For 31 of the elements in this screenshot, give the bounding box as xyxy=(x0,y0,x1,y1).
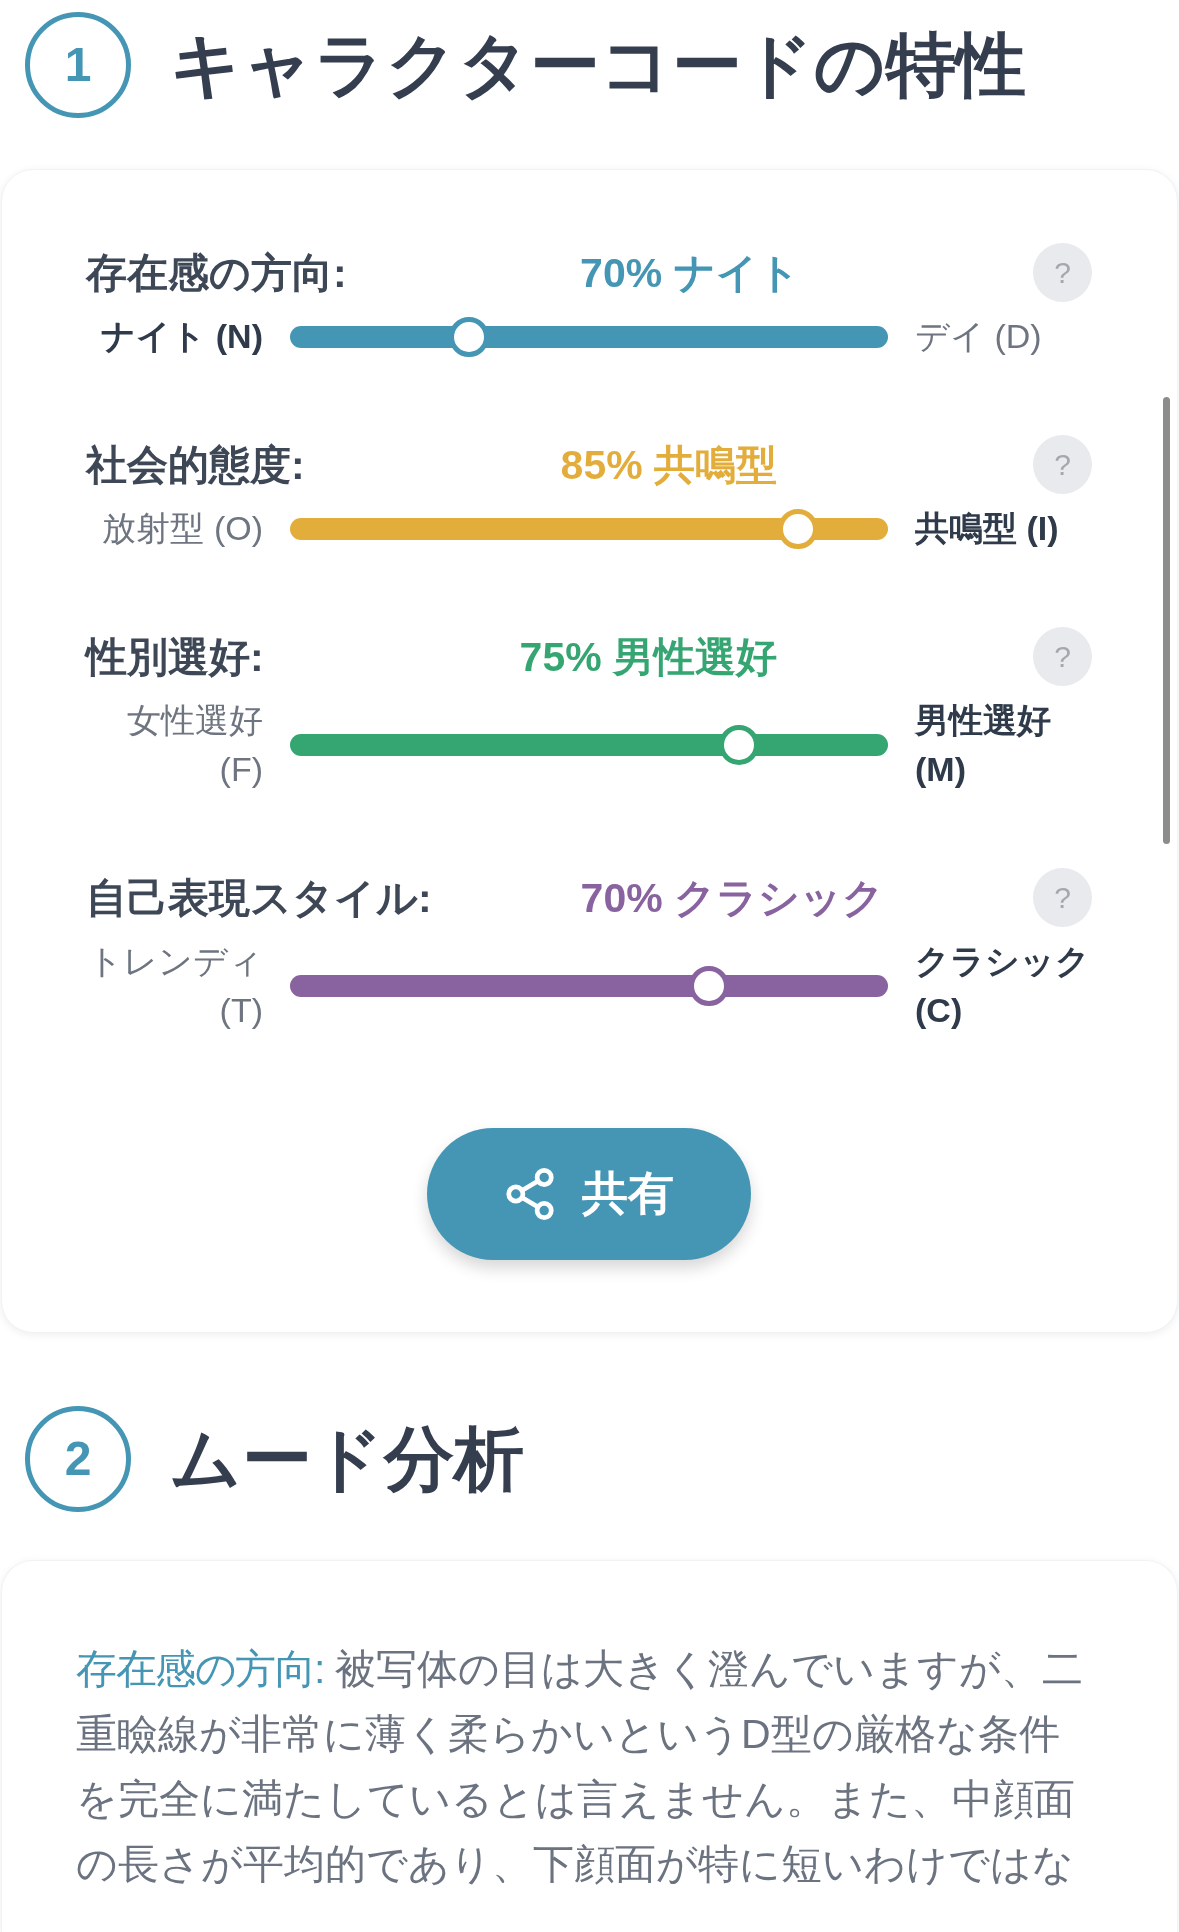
share-button[interactable]: 共有 xyxy=(427,1128,751,1260)
trait-value: 75% 男性選好 xyxy=(519,632,778,682)
trait-value: 85% 共鳴型 xyxy=(560,440,778,490)
pole-label: デイ (D) xyxy=(915,316,1042,357)
pole-label: 男性選好 (M) xyxy=(915,700,1052,790)
trait-label: 社会的態度: xyxy=(86,440,305,490)
slider-track[interactable] xyxy=(290,316,888,357)
section-title: ムード分析 xyxy=(170,1419,524,1500)
help-button[interactable]: ? xyxy=(1033,435,1092,494)
slider-track[interactable] xyxy=(290,508,888,549)
pole-label: トレンディ (T) xyxy=(87,941,263,1031)
help-button[interactable]: ? xyxy=(1033,868,1092,927)
help-button[interactable]: ? xyxy=(1033,243,1092,302)
pole-label: クラシック (C) xyxy=(915,941,1091,1031)
pole-label: 共鳴型 (I) xyxy=(915,508,1059,549)
trait-value: 70% クラシック xyxy=(580,873,885,923)
pole-label: 放射型 (O) xyxy=(102,508,263,549)
pole-label: ナイト (N) xyxy=(101,316,263,357)
pole-label: 女性選好 (F) xyxy=(126,700,263,790)
trait-label: 自己表現スタイル: xyxy=(86,873,432,923)
share-icon xyxy=(504,1168,556,1220)
slider-track[interactable] xyxy=(290,966,888,1006)
trait-label: 存在感の方向: xyxy=(86,248,347,298)
trait-label: 性別選好: xyxy=(86,632,264,682)
analysis-paragraph: 存在感の方向: 被写体の目は大きく澄んでいますが、二重瞼線が非常に薄く柔らかいというD型の厳格な条件を完全に満たしているとは言えません。また、中顔面の長さが平均的であり、下顔面が特に短いわけではな xyxy=(76,1645,1085,1889)
help-button[interactable]: ? xyxy=(1033,627,1092,686)
step-number: 1 xyxy=(25,12,131,118)
trait-value: 70% ナイト xyxy=(580,248,800,298)
slider-track[interactable] xyxy=(290,725,888,765)
section-title: キャラクターコードの特性 xyxy=(170,25,1026,106)
step-number: 2 xyxy=(25,1406,131,1512)
